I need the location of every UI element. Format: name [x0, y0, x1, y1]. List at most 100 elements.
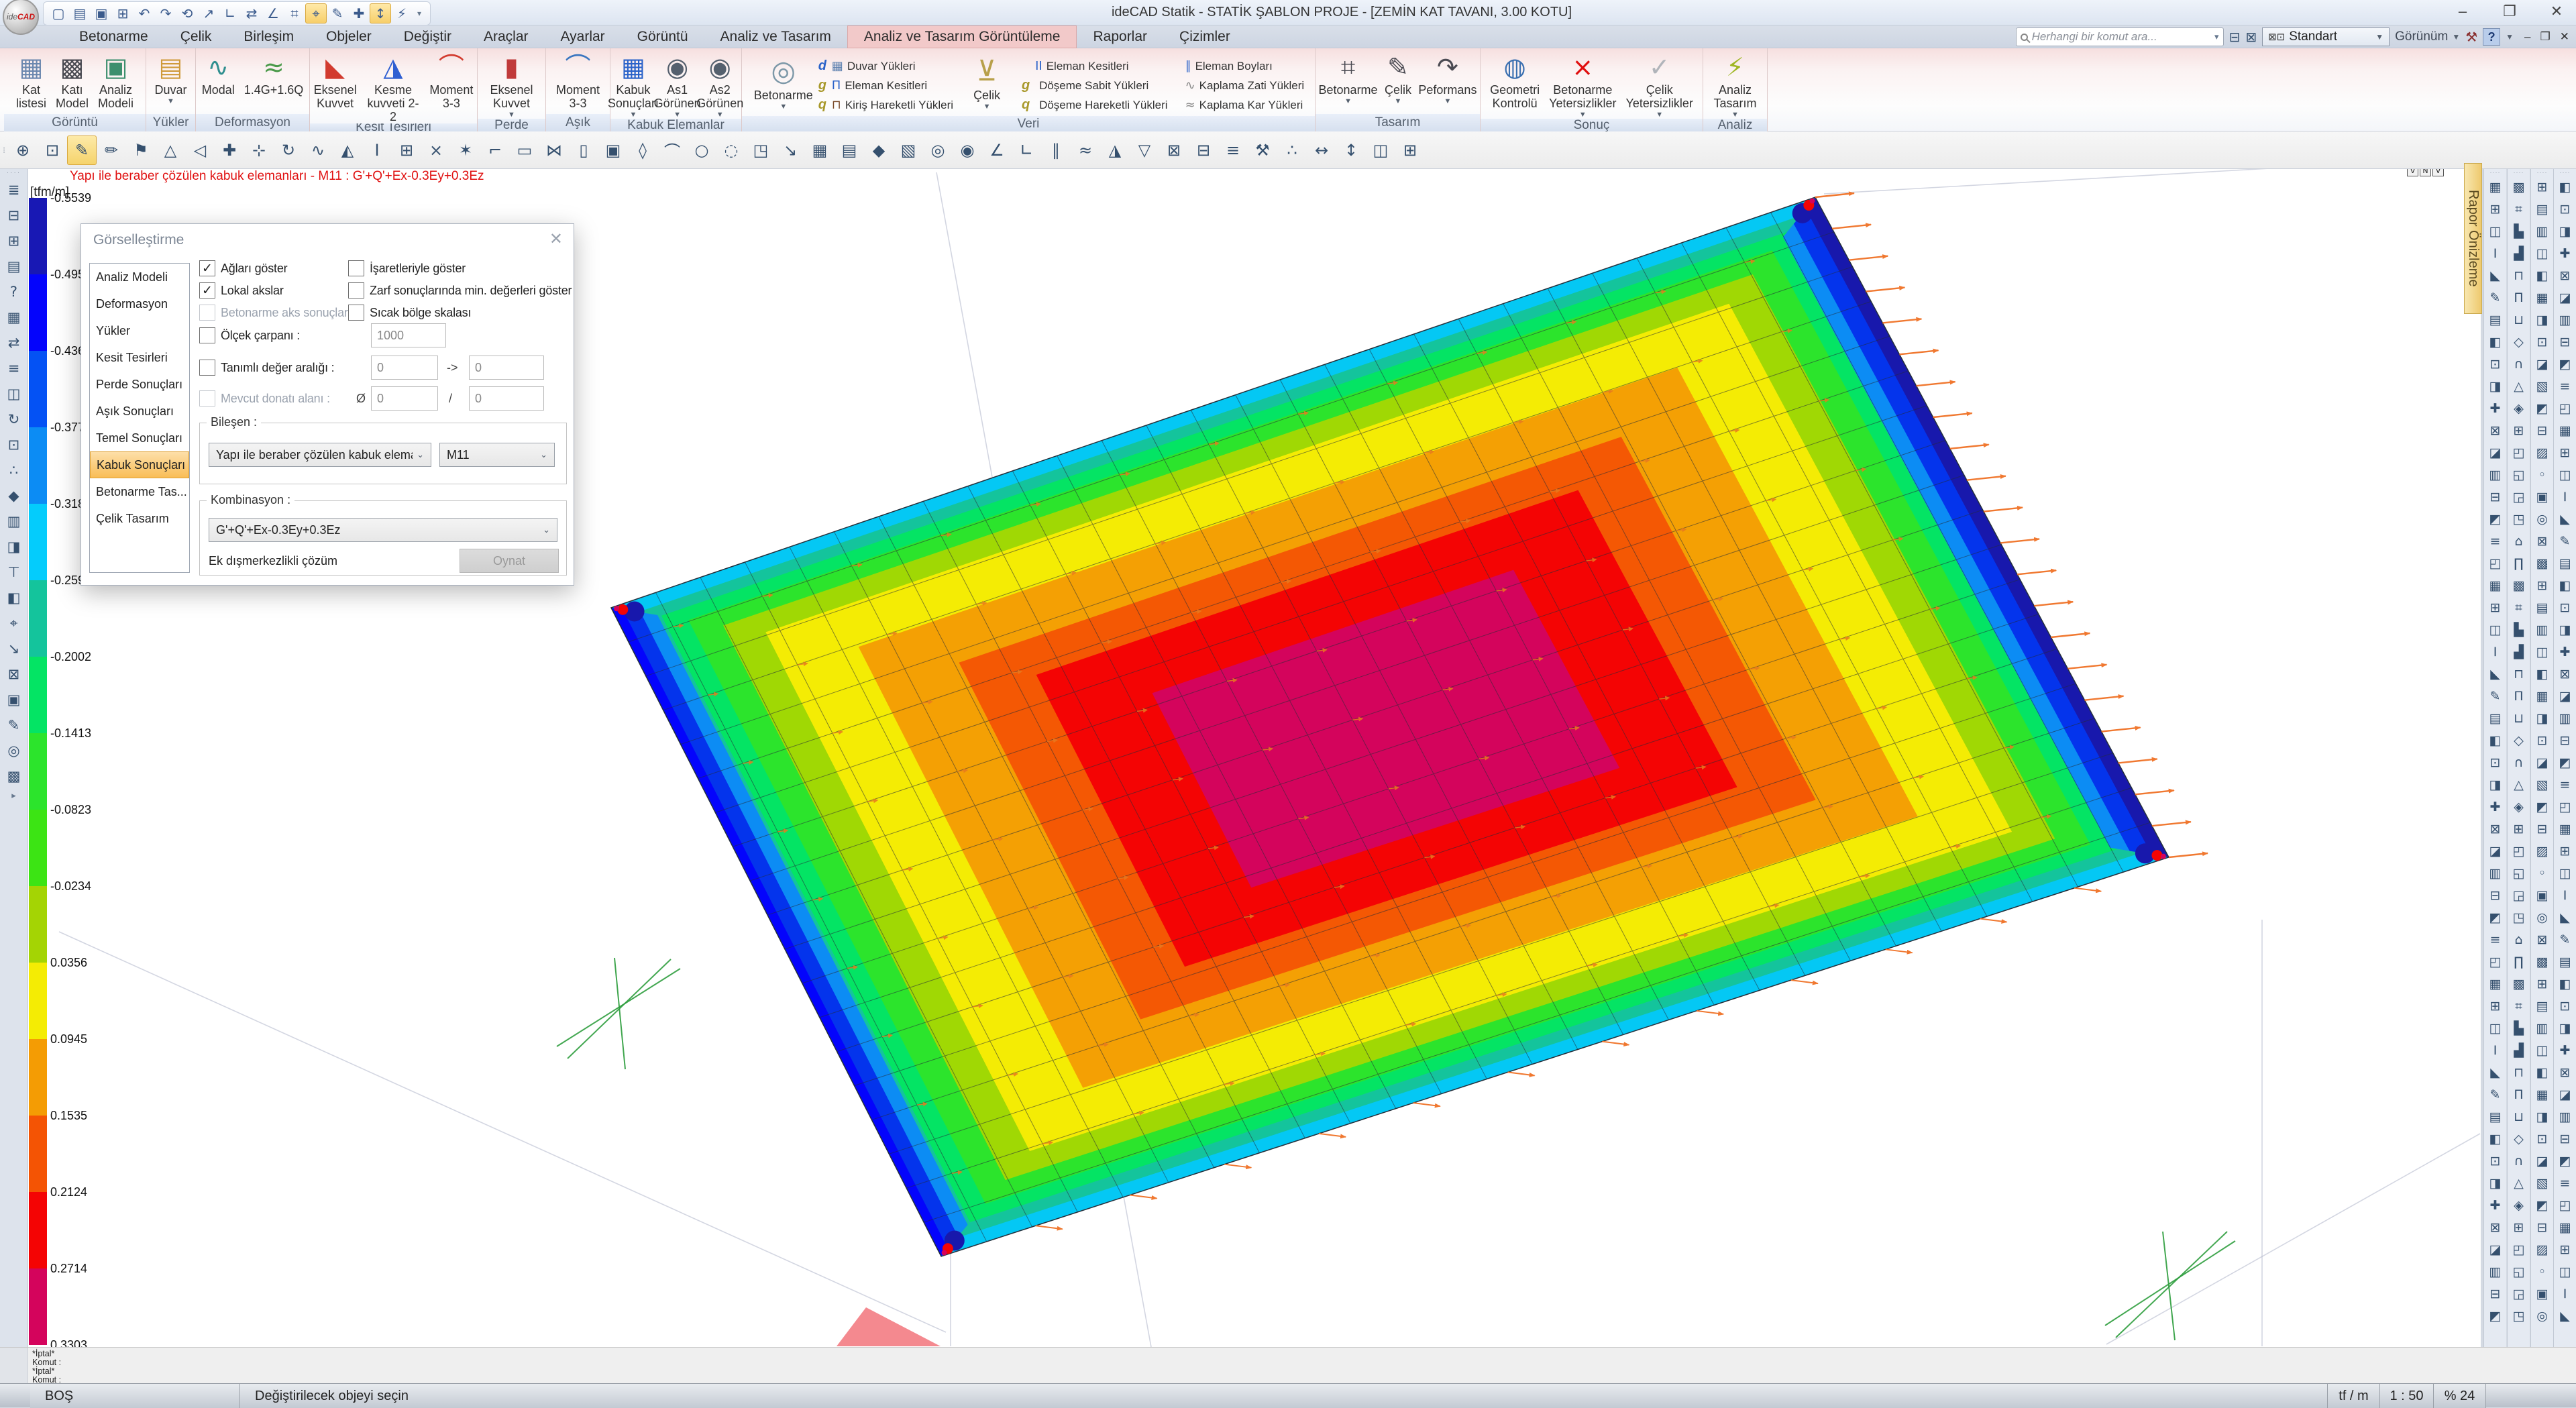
quick-toolbar-icon[interactable]: ∠ — [262, 3, 284, 23]
right-toolbar-icon[interactable]: ◧ — [2532, 266, 2553, 286]
right-toolbar-icon[interactable]: ◦ — [2532, 863, 2553, 883]
right-toolbar-icon[interactable]: ▦ — [2532, 1085, 2553, 1105]
draw-toolbar-icon[interactable]: ◮ — [1100, 136, 1130, 165]
right-toolbar-icon[interactable]: ◨ — [2532, 708, 2553, 728]
right-toolbar-icon[interactable]: ▦ — [2485, 177, 2506, 197]
right-toolbar-icon[interactable]: ◪ — [2555, 1085, 2575, 1105]
right-toolbar-icon[interactable]: ✎ — [2485, 1085, 2506, 1105]
right-toolbar-icon[interactable]: ⊡ — [2555, 598, 2575, 618]
right-toolbar-icon[interactable]: ▧ — [2532, 376, 2553, 396]
right-toolbar-icon[interactable]: ◫ — [2532, 1040, 2553, 1061]
right-toolbar-icon[interactable]: ⊓ — [2509, 1063, 2529, 1083]
right-toolbar-icon[interactable]: ⊠ — [2485, 421, 2506, 441]
draw-toolbar-icon[interactable]: ✎ — [67, 136, 97, 165]
ribbon-item[interactable]: ▩Katı Model — [51, 51, 93, 114]
left-toolbar-icon[interactable]: ↻ — [2, 408, 26, 431]
draw-toolbar-icon[interactable]: × — [421, 136, 451, 165]
left-toolbar-icon[interactable]: ⊤ — [2, 561, 26, 584]
right-toolbar-icon[interactable]: ◨ — [2555, 620, 2575, 640]
right-toolbar-icon[interactable]: ⌂ — [2509, 930, 2529, 950]
draw-toolbar-icon[interactable]: ◳ — [746, 136, 775, 165]
dialog-list-item[interactable]: Betonarme Tas... — [90, 478, 189, 505]
ribbon-item[interactable]: ◮Kesme kuvveti 2-2 — [360, 51, 425, 123]
draw-toolbar-icon[interactable]: ≡ — [1218, 136, 1248, 165]
right-toolbar-icon[interactable]: ▥ — [2485, 863, 2506, 883]
right-toolbar-icon[interactable]: ◫ — [2555, 465, 2575, 485]
draw-toolbar-icon[interactable]: ⊡ — [38, 136, 67, 165]
quick-toolbar-icon[interactable]: ▣ — [91, 3, 112, 23]
status-zoom[interactable]: % 24 — [2434, 1384, 2486, 1408]
right-toolbar-icon[interactable]: ⊠ — [2555, 664, 2575, 684]
quick-toolbar-icon[interactable]: ✚ — [348, 3, 370, 23]
draw-toolbar-icon[interactable]: ∴ — [1277, 136, 1307, 165]
right-toolbar-icon[interactable]: ◪ — [2485, 1240, 2506, 1260]
quick-toolbar-icon[interactable]: ∟ — [219, 3, 241, 23]
right-toolbar-icon[interactable]: ◨ — [2555, 221, 2575, 241]
right-toolbar-icon[interactable]: ✎ — [2555, 531, 2575, 551]
right-toolbar-icon[interactable]: ◱ — [2509, 465, 2529, 485]
right-toolbar-icon[interactable]: ▥ — [2485, 465, 2506, 485]
menu-tab[interactable]: Ayarlar — [545, 25, 621, 48]
right-toolbar-icon[interactable]: ▙ — [2509, 221, 2529, 241]
right-toolbar-icon[interactable]: ✚ — [2485, 398, 2506, 419]
ribbon-veri-row[interactable]: gΠEleman Kesitleri — [817, 76, 953, 95]
draw-toolbar-icon[interactable]: ⚑ — [126, 136, 156, 165]
quick-toolbar-icon[interactable]: ✎ — [327, 3, 348, 23]
right-toolbar-icon[interactable]: ◣ — [2555, 509, 2575, 529]
right-toolbar-icon[interactable]: ⊠ — [2485, 819, 2506, 839]
ribbon-item[interactable]: ▣Analiz Modeli — [93, 51, 138, 114]
quick-toolbar-icon[interactable]: ⊞ — [112, 3, 133, 23]
left-toolbar-icon[interactable]: ⇄ — [2, 331, 26, 354]
play-button[interactable]: Oynat — [460, 549, 559, 573]
right-toolbar-icon[interactable]: Ι — [2555, 885, 2575, 906]
right-toolbar-icon[interactable]: ◰ — [2555, 398, 2575, 419]
canvas-view-button[interactable]: V — [2432, 169, 2444, 176]
right-toolbar-icon[interactable]: ✚ — [2555, 243, 2575, 264]
right-toolbar-icon[interactable]: ▟ — [2509, 642, 2529, 662]
right-toolbar-icon[interactable]: ⊞ — [2485, 199, 2506, 219]
quick-toolbar-icon[interactable]: ⌗ — [284, 3, 305, 23]
dialog-close-icon[interactable]: ✕ — [549, 229, 563, 249]
checkbox[interactable] — [348, 260, 364, 276]
ribbon-veri-row[interactable]: ∥Eleman Boyları — [1171, 56, 1305, 76]
right-toolbar-icon[interactable]: ▤ — [2485, 708, 2506, 728]
right-toolbar-icon[interactable]: ▩ — [2509, 576, 2529, 596]
right-toolbar-icon[interactable]: ◈ — [2509, 1195, 2529, 1215]
right-toolbar-icon[interactable]: ∏ — [2509, 952, 2529, 972]
right-toolbar-icon[interactable]: ▦ — [2555, 421, 2575, 441]
right-toolbar-icon[interactable]: ▥ — [2532, 1018, 2553, 1038]
right-toolbar-icon[interactable]: ⊠ — [2532, 531, 2553, 551]
draw-toolbar-icon[interactable]: ∿ — [303, 136, 333, 165]
right-toolbar-icon[interactable]: ◩ — [2532, 1195, 2553, 1215]
right-toolbar-icon[interactable]: ⊡ — [2532, 332, 2553, 352]
right-toolbar-icon[interactable]: ⊟ — [2532, 421, 2553, 441]
draw-toolbar-icon[interactable]: ◭ — [333, 136, 362, 165]
draw-toolbar-icon[interactable]: Ι — [362, 136, 392, 165]
ribbon-item[interactable]: ▮Eksenel Kuvvet▼ — [485, 51, 537, 119]
right-toolbar-icon[interactable]: ◪ — [2485, 841, 2506, 861]
ribbon-item[interactable]: ◎Betonarme▼ — [753, 52, 814, 111]
right-toolbar-icon[interactable]: ⊡ — [2555, 199, 2575, 219]
menu-tab[interactable]: Analiz ve Tasarım Görüntüleme — [847, 25, 1077, 48]
right-toolbar-icon[interactable]: Π — [2509, 686, 2529, 706]
checkbox[interactable] — [348, 282, 364, 299]
right-toolbar-icon[interactable]: ◦ — [2532, 1262, 2553, 1282]
draw-toolbar-icon[interactable]: ▤ — [835, 136, 864, 165]
right-toolbar-icon[interactable]: ◰ — [2509, 443, 2529, 463]
right-toolbar-icon[interactable]: ▥ — [2555, 708, 2575, 728]
right-toolbar-icon[interactable]: ◲ — [2509, 885, 2529, 906]
right-toolbar-icon[interactable]: Ι — [2485, 642, 2506, 662]
right-toolbar-icon[interactable]: ▤ — [2555, 952, 2575, 972]
right-toolbar-icon[interactable]: ≡ — [2555, 775, 2575, 795]
canvas-view-button[interactable]: N — [2420, 169, 2431, 176]
right-toolbar-icon[interactable]: ◧ — [2485, 1129, 2506, 1149]
draw-toolbar-icon[interactable]: ⊞ — [1395, 136, 1425, 165]
right-toolbar-icon[interactable]: ◱ — [2509, 1262, 2529, 1282]
quick-toolbar-icon[interactable]: ⇄ — [241, 3, 262, 23]
left-toolbar-icon[interactable]: ≣ — [2, 178, 26, 201]
right-toolbar-icon[interactable]: ▣ — [2532, 1284, 2553, 1304]
ribbon-item[interactable]: ↷Peformans▼ — [1415, 51, 1480, 114]
ribbon-item[interactable]: ⊻Çelik▼ — [956, 52, 1018, 111]
right-toolbar-icon[interactable]: ◪ — [2555, 686, 2575, 706]
right-toolbar-icon[interactable]: ▣ — [2532, 885, 2553, 906]
